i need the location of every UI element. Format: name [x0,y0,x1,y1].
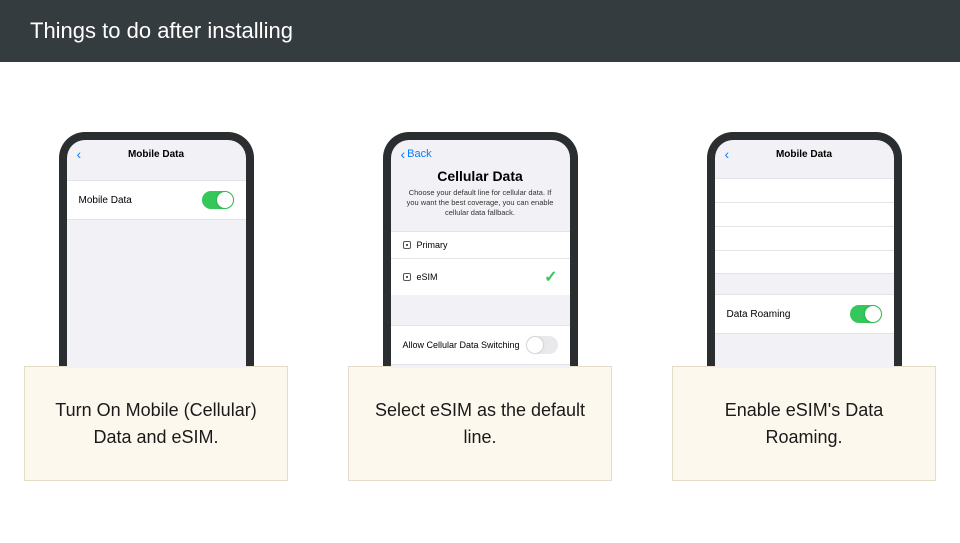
caption: Enable eSIM's Data Roaming. [672,366,936,481]
ios-navbar: ‹Back [391,140,570,168]
allow-switching-row[interactable]: Allow Cellular Data Switching [391,325,570,365]
blank-row [715,250,894,274]
instruction-card: ‹ Mobile Data Mobile Data Turn On Mobile… [24,132,288,481]
nav-title: Mobile Data [715,149,894,160]
spacer-rows [715,178,894,274]
page-header: Things to do after installing [0,0,960,62]
row-label: Data Roaming [727,309,791,320]
phone-screen-roaming: ‹ Mobile Data Data Roaming [715,140,894,368]
ios-navbar: ‹ Mobile Data [67,140,246,168]
ios-navbar: ‹ Mobile Data [715,140,894,168]
checkmark-icon: ✓ [544,267,557,287]
data-roaming-toggle[interactable] [850,305,882,323]
big-title: Cellular Data [391,168,570,188]
nav-title: Mobile Data [67,149,246,160]
blank-row [715,202,894,226]
chevron-left-icon: ‹ [401,147,406,161]
data-roaming-row[interactable]: Data Roaming [715,294,894,334]
option-label: Primary [417,240,448,250]
mobile-data-row[interactable]: Mobile Data [67,180,246,220]
cards-row: ‹ Mobile Data Mobile Data Turn On Mobile… [0,62,960,481]
phone-frame: ‹ Mobile Data Data Roaming [707,132,902,368]
footer-text: Turning this feature on will allow your … [391,365,570,368]
instruction-card: ‹Back Cellular Data Choose your default … [348,132,612,481]
caption: Select eSIM as the default line. [348,366,612,481]
instruction-card: ‹ Mobile Data Data Roaming Enable eSIM's… [672,132,936,481]
option-esim[interactable]: eSIM ✓ [391,258,570,295]
caption: Turn On Mobile (Cellular) Data and eSIM. [24,366,288,481]
back-label: Back [407,148,431,160]
phone-screen-mobile-data: ‹ Mobile Data Mobile Data [67,140,246,368]
option-label: eSIM [417,272,438,282]
back-button[interactable]: ‹Back [401,147,432,161]
allow-switching-toggle[interactable] [526,336,558,354]
phone-screen-cellular-select: ‹Back Cellular Data Choose your default … [391,140,570,368]
option-primary[interactable]: Primary [391,231,570,258]
row-label: Mobile Data [79,195,132,206]
page-title: Things to do after installing [30,18,293,43]
sim-icon [403,241,411,249]
row-label: Allow Cellular Data Switching [403,340,520,350]
sim-icon [403,273,411,281]
blank-row [715,226,894,250]
description: Choose your default line for cellular da… [391,188,570,231]
mobile-data-toggle[interactable] [202,191,234,209]
phone-frame: ‹ Mobile Data Mobile Data [59,132,254,368]
phone-frame: ‹Back Cellular Data Choose your default … [383,132,578,368]
blank-row [715,178,894,202]
